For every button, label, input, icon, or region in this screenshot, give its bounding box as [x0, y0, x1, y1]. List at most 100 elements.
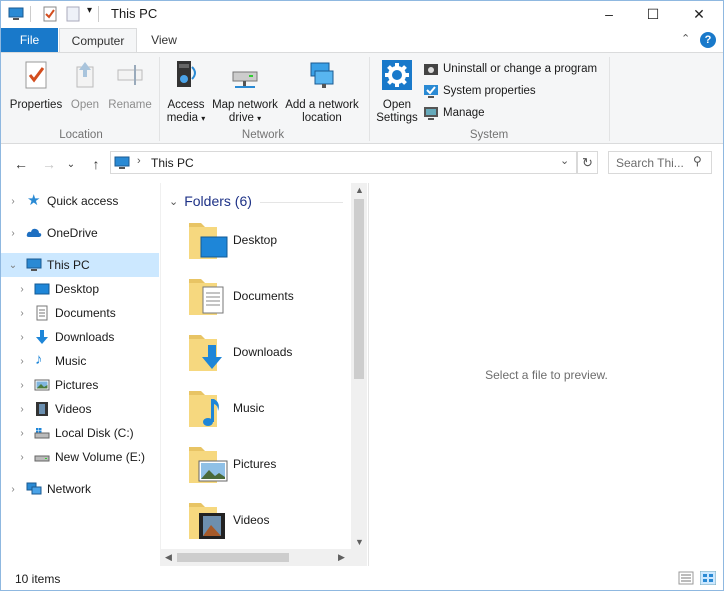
minimize-button[interactable]: –: [586, 0, 632, 28]
search-input[interactable]: [616, 153, 696, 172]
videos-icon: [36, 402, 48, 416]
open-settings-label-2: Settings: [376, 112, 418, 124]
access-media-label-1: Access: [167, 99, 205, 111]
search-box[interactable]: ⚲: [608, 151, 712, 174]
forward-button[interactable]: →: [39, 154, 59, 174]
horizontal-scrollbar[interactable]: ◀ ▶: [160, 549, 351, 566]
open-button[interactable]: Open: [65, 59, 105, 112]
access-media-dropdown-icon: ▾: [201, 114, 206, 123]
nav-item-videos[interactable]: › Videos: [1, 397, 159, 421]
drive-icon: [34, 455, 50, 462]
uninstall-label: Uninstall or change a program: [443, 63, 598, 75]
collapse-ribbon-icon[interactable]: ⌃: [681, 32, 690, 45]
map-network-drive-button[interactable]: Map network drive ▾: [209, 59, 281, 125]
scroll-up-icon[interactable]: ▲: [355, 185, 364, 195]
nav-item-desktop[interactable]: › Desktop: [1, 277, 159, 301]
nav-item-music[interactable]: › ♪ Music: [1, 349, 159, 373]
help-icon[interactable]: ?: [700, 32, 716, 48]
system-group-label: System: [469, 129, 509, 141]
add-network-location-button[interactable]: Add a network location: [281, 59, 363, 125]
nav-item-new-volume[interactable]: › New Volume (E:): [1, 445, 159, 469]
rename-label: Rename: [108, 99, 152, 111]
expand-chevron-icon[interactable]: ›: [17, 404, 27, 415]
expand-chevron-icon[interactable]: ›: [17, 356, 27, 367]
expand-chevron-icon[interactable]: ›: [8, 228, 18, 239]
scroll-down-icon[interactable]: ▼: [355, 537, 364, 547]
uninstall-program-button[interactable]: Uninstall or change a program: [423, 60, 597, 78]
horizontal-scroll-thumb[interactable]: [177, 553, 289, 562]
folder-item-documents[interactable]: Documents: [187, 275, 347, 323]
expand-chevron-icon[interactable]: ›: [17, 380, 27, 391]
expand-chevron-icon[interactable]: ›: [17, 332, 27, 343]
pictures-icon: [34, 379, 50, 391]
new-folder-qat-icon[interactable]: [65, 6, 81, 22]
settings-gear-icon: [382, 60, 412, 90]
expand-chevron-icon[interactable]: ›: [8, 484, 18, 495]
file-list[interactable]: ⌄ Folders (6) Desktop Documents Download…: [160, 183, 367, 566]
back-button[interactable]: ←: [11, 154, 31, 174]
customize-qat-icon[interactable]: ▾: [87, 5, 92, 16]
nav-item-this-pc[interactable]: ⌄ This PC: [1, 253, 159, 277]
folder-item-music[interactable]: Music: [187, 387, 347, 435]
item-count: 10 items: [15, 572, 61, 586]
videos-folder-icon: [189, 503, 225, 539]
expand-chevron-icon[interactable]: ›: [17, 428, 27, 439]
nav-item-documents[interactable]: › Documents: [1, 301, 159, 325]
downloads-folder-icon: [189, 335, 222, 371]
pictures-folder-icon: [189, 447, 228, 483]
open-settings-button[interactable]: Open Settings: [373, 59, 421, 125]
tab-file[interactable]: File: [1, 28, 58, 52]
folders-group-header[interactable]: ⌄ Folders (6): [169, 193, 252, 209]
system-properties-button[interactable]: System properties: [423, 82, 536, 100]
nav-item-network[interactable]: › Network: [1, 477, 159, 501]
address-bar[interactable]: › This PC ⌄: [110, 151, 577, 174]
network-group-label: Network: [241, 129, 285, 141]
nav-item-local-disk[interactable]: › Local Disk (C:): [1, 421, 159, 445]
expand-chevron-icon[interactable]: ›: [17, 284, 27, 295]
nav-label: This PC: [47, 258, 90, 272]
close-button[interactable]: ✕: [676, 0, 722, 28]
nav-item-quick-access[interactable]: › ★ Quick access: [1, 189, 159, 213]
group-divider: [260, 202, 343, 203]
properties-qat-icon[interactable]: [42, 6, 58, 22]
up-button[interactable]: ↑: [86, 154, 106, 174]
scroll-right-icon[interactable]: ▶: [338, 552, 345, 563]
refresh-button[interactable]: ↻: [577, 151, 598, 174]
details-view-icon[interactable]: [678, 571, 694, 585]
folder-item-videos[interactable]: Videos: [187, 499, 347, 547]
expand-chevron-icon[interactable]: ›: [8, 196, 18, 207]
manage-button[interactable]: Manage: [423, 104, 485, 122]
rename-button[interactable]: Rename: [105, 59, 155, 112]
collapse-chevron-icon[interactable]: ⌄: [8, 260, 18, 271]
folder-item-pictures[interactable]: Pictures: [187, 443, 347, 491]
scroll-left-icon[interactable]: ◀: [165, 552, 172, 563]
breadcrumb-chevron-icon[interactable]: ›: [137, 155, 141, 167]
address-dropdown-icon[interactable]: ⌄: [560, 154, 569, 167]
nav-item-pictures[interactable]: › Pictures: [1, 373, 159, 397]
nav-item-onedrive[interactable]: › OneDrive: [1, 221, 159, 245]
ribbon: Properties Open Rename Location Access m…: [1, 52, 723, 144]
search-icon[interactable]: ⚲: [693, 154, 702, 168]
vertical-scrollbar[interactable]: ▲ ▼: [351, 183, 367, 549]
breadcrumb-this-pc[interactable]: This PC: [151, 156, 194, 170]
tab-view[interactable]: View: [140, 28, 188, 52]
recent-locations-button[interactable]: ⌄: [61, 154, 81, 174]
nav-label: Downloads: [55, 330, 115, 344]
expand-chevron-icon[interactable]: ›: [17, 308, 27, 319]
nav-item-downloads[interactable]: › Downloads: [1, 325, 159, 349]
tab-computer[interactable]: Computer: [59, 28, 137, 53]
download-arrow-icon: [36, 330, 48, 344]
properties-button[interactable]: Properties: [7, 59, 65, 112]
access-media-button[interactable]: Access media ▾: [163, 59, 209, 125]
large-icons-view-icon[interactable]: [700, 571, 716, 585]
ribbon-separator: [369, 57, 370, 141]
collapse-chevron-icon[interactable]: ⌄: [169, 195, 178, 208]
navigation-pane[interactable]: › ★ Quick access › OneDrive ⌄ This PC › …: [1, 183, 159, 566]
expand-chevron-icon[interactable]: ›: [17, 452, 27, 463]
maximize-button[interactable]: ☐: [630, 0, 676, 28]
folder-item-downloads[interactable]: Downloads: [187, 331, 347, 379]
folder-label: Music: [233, 401, 265, 415]
preview-message: Select a file to preview.: [485, 368, 608, 382]
vertical-scroll-thumb[interactable]: [354, 199, 364, 379]
folder-item-desktop[interactable]: Desktop: [187, 219, 347, 267]
